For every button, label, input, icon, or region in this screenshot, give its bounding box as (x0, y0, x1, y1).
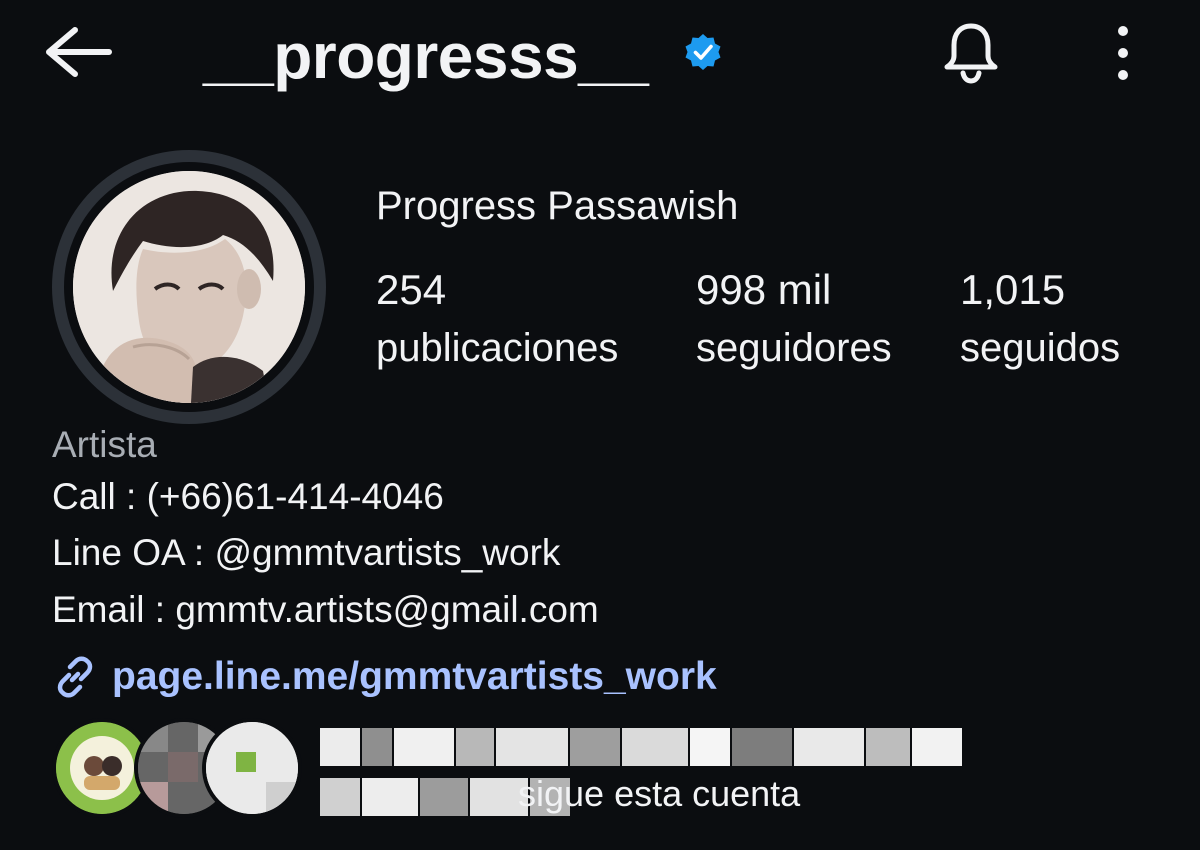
bell-icon (944, 23, 998, 84)
pixelated-text-redaction (320, 728, 962, 766)
back-button[interactable] (38, 18, 116, 86)
bio-line-line-oa: Line OA : @gmmtvartists_work (52, 532, 561, 573)
profile-avatar[interactable] (52, 150, 326, 424)
followers-stat[interactable]: 998 mil seguidores (696, 262, 892, 376)
following-stat[interactable]: 1,015 seguidos (960, 262, 1120, 376)
profile-full-name: Progress Passawish (376, 184, 739, 228)
posts-label: publicaciones (376, 326, 619, 370)
notifications-bell-button[interactable] (938, 20, 1004, 86)
following-count: 1,015 (960, 266, 1066, 313)
more-vertical-icon (1118, 26, 1128, 80)
follower-avatar (202, 718, 302, 818)
link-icon (57, 656, 93, 698)
posts-stat[interactable]: 254 publicaciones (376, 262, 618, 376)
profile-username: __progresss__ (203, 20, 649, 92)
avatar-photo (73, 171, 305, 403)
followers-label: seguidores (696, 326, 892, 370)
verified-badge-icon (683, 32, 723, 72)
bio-line-email: Email : gmmtv.artists@gmail.com (52, 589, 599, 630)
more-options-button[interactable] (1103, 18, 1143, 88)
profile-link[interactable]: page.line.me/gmmtvartists_work (52, 650, 717, 704)
profile-category: Artista (52, 424, 157, 465)
followers-count: 998 mil (696, 266, 832, 313)
bio-line-call: Call : (+66)61-414-4046 (52, 476, 444, 517)
following-label: seguidos (960, 326, 1121, 370)
arrow-left-icon (46, 27, 112, 77)
profile-link-text: page.line.me/gmmtvartists_work (112, 655, 717, 698)
followed-by-suffix: sigue esta cuenta (518, 773, 801, 814)
posts-count: 254 (376, 266, 447, 313)
followed-by-avatars[interactable] (52, 718, 302, 818)
